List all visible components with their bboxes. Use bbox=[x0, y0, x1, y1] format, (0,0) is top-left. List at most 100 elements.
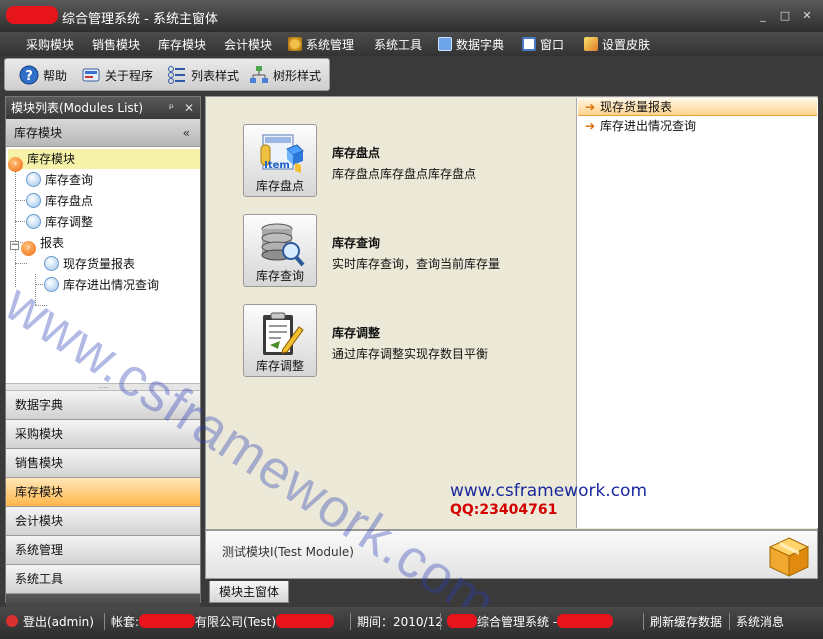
module-ball-icon bbox=[44, 256, 59, 271]
nav-sales[interactable]: 销售模块 bbox=[6, 449, 200, 478]
window-icon bbox=[522, 37, 536, 51]
menu-label: 采购模块 bbox=[26, 38, 75, 52]
report-list: ➔ 现存货量报表 ➔ 库存进出情况查询 bbox=[576, 98, 818, 528]
command-title: 库存调整 bbox=[332, 326, 381, 340]
command-title: 库存盘点 bbox=[332, 146, 381, 160]
minimize-button[interactable]: _ bbox=[756, 9, 770, 23]
help-icon: ? bbox=[19, 65, 39, 85]
nav-accounting[interactable]: 会计模块 bbox=[6, 507, 200, 536]
account-prefix: 帐套: bbox=[111, 615, 140, 629]
tree-node-stock-inout-query[interactable]: 库存进出情况查询 bbox=[44, 275, 159, 295]
menu-system-admin[interactable]: 系统管理 bbox=[288, 36, 354, 53]
command-desc: 库存盘点库存盘点库存盘点 bbox=[332, 167, 477, 181]
website-url: www.csframework.com bbox=[450, 481, 648, 501]
system-label: 综合管理系统 - bbox=[477, 615, 558, 629]
app-logo-redacted bbox=[6, 6, 58, 24]
menu-window[interactable]: 窗口 bbox=[522, 36, 564, 53]
toolbar: ? 帮助 关于程序 列表样式 树形样式 bbox=[4, 58, 330, 91]
box-icon bbox=[768, 537, 810, 577]
group-header-inventory[interactable]: 库存模块 « bbox=[6, 119, 200, 147]
window-title: 综合管理系统 - 系统主窗体 bbox=[62, 12, 218, 27]
svg-text:Item: Item bbox=[264, 160, 290, 171]
collapse-box-icon: − bbox=[10, 240, 19, 250]
collapse-icon[interactable]: « bbox=[183, 119, 190, 147]
command-caption: 库存盘点 bbox=[255, 179, 304, 193]
inventory-query-command[interactable]: 库存查询 bbox=[243, 214, 317, 287]
list-icon bbox=[168, 66, 185, 84]
account-suffix: 有限公司(Test) bbox=[195, 615, 277, 629]
nav-system-tools[interactable]: 系统工具 bbox=[6, 565, 200, 594]
test-module-bar[interactable]: 测试模块I(Test Module) bbox=[205, 530, 818, 579]
about-label: 关于程序 bbox=[105, 69, 154, 83]
period-status: 期间：2010/12 bbox=[350, 613, 443, 630]
module-list-title: 模块列表(Modules List) bbox=[11, 101, 144, 115]
skin-icon bbox=[584, 37, 598, 51]
logout-icon bbox=[6, 615, 18, 627]
tree-node-reports[interactable]: − › 报表 bbox=[10, 233, 65, 256]
nav-inventory[interactable]: 库存模块 bbox=[6, 478, 200, 507]
help-button[interactable]: ? 帮助 bbox=[19, 65, 67, 87]
tab-main-form[interactable]: 模块主窗体 bbox=[209, 581, 290, 603]
logout-label: 登出(admin) bbox=[23, 615, 94, 629]
list-style-label: 列表样式 bbox=[191, 69, 240, 83]
menu-bar: 采购模块 销售模块 库存模块 会计模块 系统管理 系统工具 数据字典 窗口 设置… bbox=[0, 32, 823, 56]
svg-text:?: ? bbox=[25, 69, 33, 84]
report-label: 现存货量报表 bbox=[600, 100, 673, 114]
module-ball-icon bbox=[26, 172, 41, 187]
test-module-label: 测试模块I(Test Module) bbox=[222, 545, 354, 559]
logout-status[interactable]: 登出(admin) bbox=[6, 613, 94, 630]
command-caption: 库存调整 bbox=[255, 359, 304, 373]
tree-label: 报表 bbox=[40, 236, 65, 250]
list-style-button[interactable]: 列表样式 bbox=[167, 65, 239, 87]
tab-strip: 模块主窗体 bbox=[205, 580, 818, 604]
status-bar: 登出(admin) 帐套: 有限公司(Test) 期间：2010/12 综合管理系… bbox=[0, 607, 823, 639]
tree-style-button[interactable]: 树形样式 bbox=[249, 65, 321, 87]
menu-sales[interactable]: 销售模块 bbox=[92, 36, 140, 53]
tree-label: 库存模块 bbox=[27, 152, 76, 166]
tree-node-inventory-root[interactable]: › 库存模块 bbox=[8, 149, 200, 172]
report-item-stock[interactable]: ➔ 现存货量报表 bbox=[578, 99, 817, 116]
command-caption: 库存查询 bbox=[255, 269, 304, 283]
menu-label: 窗口 bbox=[540, 38, 565, 52]
redacted-block bbox=[276, 614, 335, 628]
command-title: 库存查询 bbox=[332, 236, 381, 250]
account-status: 帐套: 有限公司(Test) bbox=[104, 613, 335, 630]
command-desc: 实时库存查询，查询当前库存量 bbox=[332, 257, 501, 271]
system-messages-button[interactable]: 系统消息 bbox=[729, 613, 784, 630]
pin-icon[interactable]: ᵖ bbox=[169, 97, 174, 119]
tree-node-stock-report[interactable]: 现存货量报表 bbox=[44, 254, 135, 274]
menu-label: 销售模块 bbox=[92, 38, 141, 52]
menu-system-tools[interactable]: 系统工具 bbox=[374, 36, 422, 53]
tree-node-inventory-adjust[interactable]: 库存调整 bbox=[26, 212, 93, 232]
about-button[interactable]: 关于程序 bbox=[81, 65, 153, 87]
menu-label: 库存模块 bbox=[158, 38, 207, 52]
maximize-button[interactable]: □ bbox=[778, 9, 792, 23]
menu-label: 数据字典 bbox=[456, 38, 505, 52]
inventory-count-command[interactable]: Item 库存盘点 bbox=[243, 124, 317, 197]
gears-icon bbox=[288, 37, 302, 51]
menu-purchase[interactable]: 采购模块 bbox=[26, 36, 74, 53]
about-icon bbox=[82, 68, 100, 82]
menu-label: 设置皮肤 bbox=[602, 38, 651, 52]
command-desc: 通过库存调整实现存数目平衡 bbox=[332, 347, 489, 361]
menu-label: 系统管理 bbox=[306, 38, 355, 52]
close-button[interactable]: ✕ bbox=[800, 9, 814, 23]
tree-node-inventory-count[interactable]: 库存盘点 bbox=[26, 191, 93, 211]
report-item-inout[interactable]: ➔ 库存进出情况查询 bbox=[578, 118, 817, 135]
menu-inventory[interactable]: 库存模块 bbox=[158, 36, 206, 53]
close-panel-icon[interactable]: ✕ bbox=[184, 97, 194, 119]
arrow-right-icon: ➔ bbox=[585, 119, 596, 133]
help-label: 帮助 bbox=[43, 69, 68, 83]
menu-skin[interactable]: 设置皮肤 bbox=[584, 36, 650, 53]
nav-system-admin[interactable]: 系统管理 bbox=[6, 536, 200, 565]
tree-label: 库存调整 bbox=[45, 215, 94, 229]
module-ball-icon bbox=[26, 214, 41, 229]
refresh-cache-button[interactable]: 刷新缓存数据 bbox=[643, 613, 722, 630]
inventory-adjust-command[interactable]: 库存调整 bbox=[243, 304, 317, 377]
tree-icon bbox=[250, 66, 268, 83]
arrow-right-icon: ➔ bbox=[585, 100, 596, 114]
tree-node-inventory-query[interactable]: 库存查询 bbox=[26, 170, 93, 190]
menu-label: 系统工具 bbox=[374, 38, 423, 52]
menu-accounting[interactable]: 会计模块 bbox=[224, 36, 272, 53]
menu-data-dictionary[interactable]: 数据字典 bbox=[438, 36, 504, 53]
